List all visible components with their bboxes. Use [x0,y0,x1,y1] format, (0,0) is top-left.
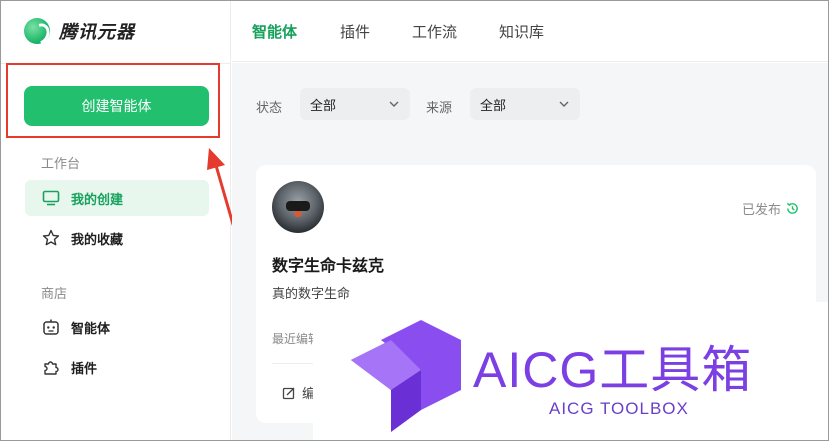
chevron-down-icon [559,101,569,107]
sidebar-item-agents[interactable]: 智能体 [25,309,209,345]
app-logo[interactable]: 腾讯元器 [24,17,135,45]
publish-status-text: 已发布 [741,203,781,218]
top-tab-bar: 智能体 插件 工作流 知识库 [232,1,828,62]
agent-name: 数字生命卡兹克 [272,256,385,275]
watermark-title: AICG工具箱 [473,342,753,398]
publish-status-badge: 已发布 [742,199,800,218]
sidebar-divider [1,63,231,64]
workspace-section-title: 工作台 [41,157,81,172]
sidebar-item-label: 我的收藏 [71,232,124,248]
tab-agents[interactable]: 智能体 [252,21,297,42]
tab-knowledge-base[interactable]: 知识库 [499,21,544,42]
store-section-title: 商店 [41,287,68,302]
sidebar-item-my-creations[interactable]: 我的创建 [25,180,209,216]
source-filter-value: 全部 [480,98,507,114]
status-filter-label: 状态 [256,101,283,116]
star-icon [41,228,61,248]
agent-avatar [272,181,324,233]
app-name: 腾讯元器 [59,22,135,43]
status-filter-value: 全部 [310,98,337,114]
sidebar: 腾讯元器 创建智能体 工作台 我的创建 我的收藏 商店 智能体 插件 [1,1,231,440]
source-filter-select[interactable]: 全部 [470,88,580,120]
sidebar-item-label: 插件 [71,361,98,377]
puzzle-icon [41,357,61,377]
monitor-icon [41,188,61,208]
logo-icon [24,18,50,44]
sidebar-item-label: 我的创建 [71,192,124,208]
watermark-overlay: AICG工具箱 AICG TOOLBOX [313,302,829,441]
source-filter-label: 来源 [426,101,453,116]
sidebar-item-label: 智能体 [71,321,111,337]
aicg-logo-icon [351,320,461,432]
watermark-subtitle: AICG TOOLBOX [549,399,689,418]
tab-plugins[interactable]: 插件 [340,21,370,42]
status-filter-select[interactable]: 全部 [300,88,410,120]
edit-icon [282,387,295,399]
edit-button[interactable]: 编 [282,383,315,402]
robot-icon [41,317,61,337]
history-icon[interactable] [785,201,800,216]
tab-workflows[interactable]: 工作流 [412,21,457,42]
sidebar-item-plugins[interactable]: 插件 [25,349,209,385]
chevron-down-icon [389,101,399,107]
agent-description: 真的数字生命 [272,287,351,302]
create-agent-button[interactable]: 创建智能体 [24,86,209,126]
sidebar-item-my-favorites[interactable]: 我的收藏 [25,220,209,256]
